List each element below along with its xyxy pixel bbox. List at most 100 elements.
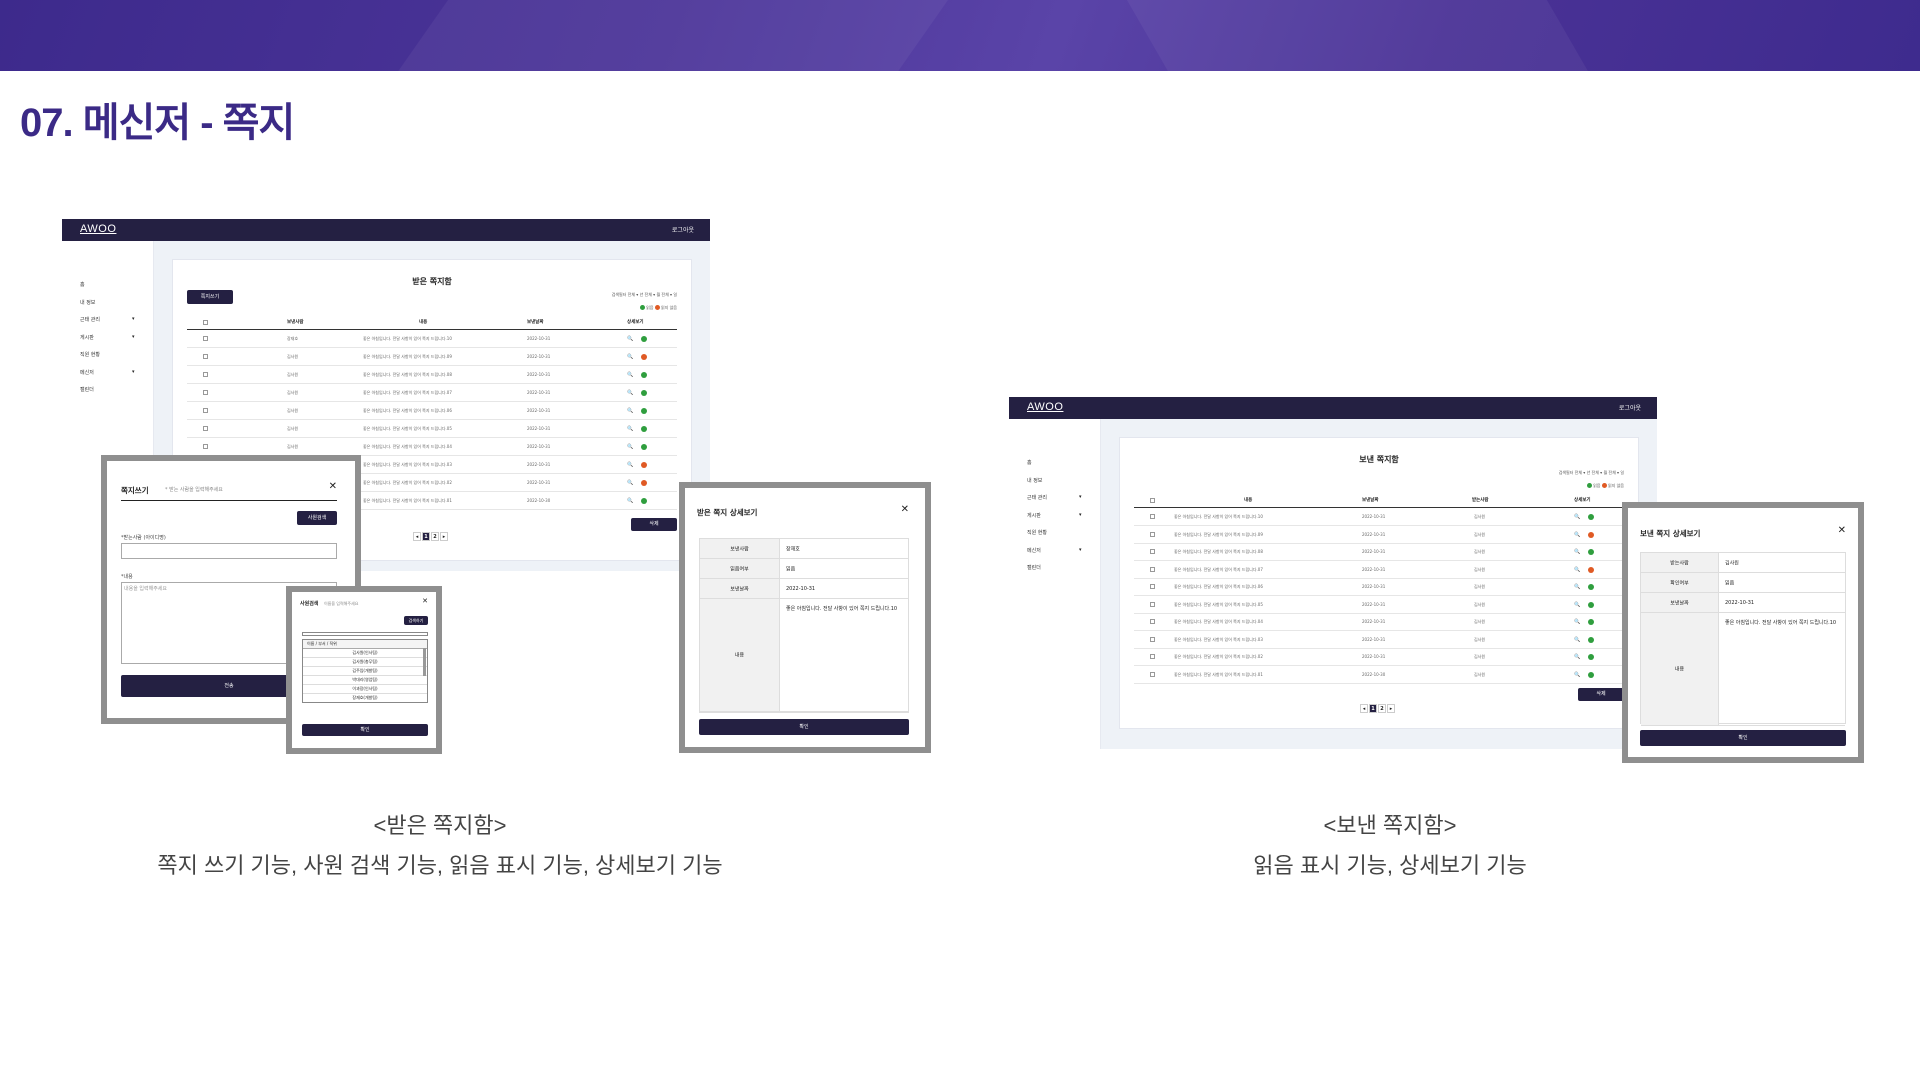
- magnifier-icon[interactable]: 🔍: [627, 462, 633, 468]
- employee-list-item[interactable]: 장재호(개발팀): [303, 694, 427, 702]
- logout-link[interactable]: 로그아웃: [1619, 403, 1641, 412]
- magnifier-icon[interactable]: 🔍: [627, 336, 633, 342]
- delete-button[interactable]: 삭제: [631, 518, 677, 531]
- magnifier-icon[interactable]: 🔍: [1574, 584, 1580, 590]
- row-checkbox[interactable]: [203, 372, 208, 377]
- table-row[interactable]: 김사원 좋은 아침입니다. 전달 사항이 있어 쪽지 드립니다.07 2022-10…: [187, 384, 677, 402]
- date-filter[interactable]: 검색필터 전체 ▾ 년 전체 ▾ 월 전체 ▾ 일: [1559, 470, 1624, 476]
- row-checkbox[interactable]: [1150, 549, 1155, 554]
- sidebar-item[interactable]: 근태 관리: [80, 316, 100, 323]
- magnifier-icon[interactable]: 🔍: [627, 390, 633, 396]
- table-row[interactable]: 좋은 아침입니다. 전달 사항이 있어 쪽지 드립니다.01 2022-10-30…: [1134, 666, 1624, 684]
- row-checkbox[interactable]: [1150, 619, 1155, 624]
- table-row[interactable]: 김사원 좋은 아침입니다. 전달 사항이 있어 쪽지 드립니다.05 2022-10…: [187, 420, 677, 438]
- row-checkbox[interactable]: [1150, 514, 1155, 519]
- magnifier-icon[interactable]: 🔍: [627, 480, 633, 486]
- sidebar-item[interactable]: 내 정보: [80, 299, 95, 306]
- logout-link[interactable]: 로그아웃: [672, 225, 694, 234]
- close-icon[interactable]: ✕: [1838, 525, 1846, 536]
- table-row[interactable]: 좋은 아침입니다. 전달 사항이 있어 쪽지 드립니다.08 2022-10-31…: [1134, 543, 1624, 561]
- table-row[interactable]: 좋은 아침입니다. 전달 사항이 있어 쪽지 드립니다.03 2022-10-31…: [1134, 631, 1624, 649]
- table-row[interactable]: 좋은 아침입니다. 전달 사항이 있어 쪽지 드립니다.04 2022-10-31…: [1134, 613, 1624, 631]
- row-checkbox[interactable]: [203, 336, 208, 341]
- sidebar-item[interactable]: 메신저: [1027, 547, 1041, 554]
- select-all-checkbox[interactable]: [1150, 498, 1155, 503]
- sidebar-item[interactable]: 홈: [80, 281, 85, 288]
- magnifier-icon[interactable]: 🔍: [1574, 514, 1580, 520]
- row-checkbox[interactable]: [203, 390, 208, 395]
- row-checkbox[interactable]: [1150, 654, 1155, 659]
- recipient-input[interactable]: [121, 543, 337, 559]
- sidebar-item[interactable]: 캘린더: [1027, 564, 1041, 571]
- magnifier-icon[interactable]: 🔍: [627, 372, 633, 378]
- row-checkbox[interactable]: [203, 444, 208, 449]
- page-button[interactable]: 1: [422, 532, 430, 541]
- magnifier-icon[interactable]: 🔍: [627, 444, 633, 450]
- select-all-checkbox[interactable]: [203, 320, 208, 325]
- close-icon[interactable]: ✕: [422, 597, 428, 605]
- magnifier-icon[interactable]: 🔍: [1574, 549, 1580, 555]
- row-checkbox[interactable]: [1150, 601, 1155, 607]
- close-icon[interactable]: ✕: [329, 481, 337, 492]
- magnifier-icon[interactable]: 🔍: [627, 408, 633, 414]
- row-checkbox[interactable]: [203, 408, 208, 413]
- page-button[interactable]: ◂: [413, 532, 421, 541]
- employee-search-submit[interactable]: 검색하기: [404, 616, 428, 625]
- row-checkbox[interactable]: [1150, 584, 1155, 589]
- table-row[interactable]: 장재호 좋은 아침입니다. 전달 사항이 있어 쪽지 드립니다.10 2022-10…: [187, 330, 677, 348]
- row-checkbox[interactable]: [1150, 671, 1155, 677]
- table-row[interactable]: 좋은 아침입니다. 전달 사항이 있어 쪽지 드립니다.05 2022-10-31…: [1134, 596, 1624, 614]
- received-confirm-button[interactable]: 확인: [699, 719, 909, 735]
- delete-button[interactable]: 삭제: [1578, 688, 1624, 701]
- employee-search-button[interactable]: 사원검색: [297, 511, 337, 525]
- page-button[interactable]: 1: [1369, 704, 1377, 713]
- table-row[interactable]: 김사원 좋은 아침입니다. 전달 사항이 있어 쪽지 드립니다.04 2022-10…: [187, 438, 677, 456]
- magnifier-icon[interactable]: 🔍: [1574, 619, 1580, 625]
- magnifier-icon[interactable]: 🔍: [627, 498, 633, 504]
- employee-list-item[interactable]: 김사원(인사팀): [303, 649, 427, 658]
- magnifier-icon[interactable]: 🔍: [1574, 567, 1580, 573]
- row-checkbox[interactable]: [1150, 566, 1155, 572]
- page-button[interactable]: ▸: [440, 532, 448, 541]
- sidebar-item[interactable]: 홈: [1027, 459, 1032, 466]
- app-logo[interactable]: AWOO: [80, 223, 116, 235]
- page-button[interactable]: ▸: [1387, 704, 1395, 713]
- row-checkbox[interactable]: [203, 354, 208, 359]
- app-logo[interactable]: AWOO: [1027, 401, 1063, 413]
- table-row[interactable]: 김사원 좋은 아침입니다. 전달 사항이 있어 쪽지 드립니다.06 2022-10…: [187, 402, 677, 420]
- sidebar-item[interactable]: 직원 현황: [80, 351, 100, 358]
- magnifier-icon[interactable]: 🔍: [627, 426, 633, 432]
- sidebar-item[interactable]: 메신저: [80, 369, 94, 376]
- magnifier-icon[interactable]: 🔍: [1574, 637, 1580, 643]
- row-checkbox[interactable]: [1150, 636, 1155, 642]
- scrollbar[interactable]: [423, 648, 426, 676]
- close-icon[interactable]: ✕: [901, 504, 909, 515]
- row-checkbox[interactable]: [203, 426, 208, 431]
- employee-list-item[interactable]: 이과장(인사팀): [303, 685, 427, 694]
- sidebar-item[interactable]: 게시판: [1027, 512, 1041, 519]
- page-button[interactable]: 2: [431, 532, 439, 541]
- sidebar-item[interactable]: 게시판: [80, 334, 94, 341]
- sidebar-item[interactable]: 내 정보: [1027, 477, 1042, 484]
- table-row[interactable]: 김사원 좋은 아침입니다. 전달 사항이 있어 쪽지 드립니다.08 2022-10…: [187, 366, 677, 384]
- table-row[interactable]: 좋은 아침입니다. 전달 사항이 있어 쪽지 드립니다.09 2022-10-31…: [1134, 526, 1624, 544]
- page-button[interactable]: 2: [1378, 704, 1386, 713]
- sidebar-item[interactable]: 근태 관리: [1027, 494, 1047, 501]
- employee-list-item[interactable]: 김사원(총무팀): [303, 658, 427, 667]
- magnifier-icon[interactable]: 🔍: [1574, 672, 1580, 678]
- table-row[interactable]: 좋은 아침입니다. 전달 사항이 있어 쪽지 드립니다.02 2022-10-31…: [1134, 648, 1624, 666]
- sent-confirm-button[interactable]: 확인: [1640, 730, 1846, 746]
- employee-name-input[interactable]: [302, 632, 428, 636]
- employee-list-item[interactable]: 박대리(영업팀): [303, 676, 427, 685]
- magnifier-icon[interactable]: 🔍: [1574, 602, 1580, 608]
- table-row[interactable]: 김사원 좋은 아침입니다. 전달 사항이 있어 쪽지 드립니다.09 2022-10…: [187, 348, 677, 366]
- row-checkbox[interactable]: [1150, 531, 1155, 537]
- sidebar-item[interactable]: 캘린더: [80, 386, 94, 393]
- page-button[interactable]: ◂: [1360, 704, 1368, 713]
- sidebar-item[interactable]: 직원 현황: [1027, 529, 1047, 536]
- employee-list-item[interactable]: 김주임(개발팀): [303, 667, 427, 676]
- table-row[interactable]: 좋은 아침입니다. 전달 사항이 있어 쪽지 드립니다.06 2022-10-31…: [1134, 578, 1624, 596]
- magnifier-icon[interactable]: 🔍: [1574, 532, 1580, 538]
- magnifier-icon[interactable]: 🔍: [1574, 654, 1580, 660]
- table-row[interactable]: 좋은 아침입니다. 전달 사항이 있어 쪽지 드립니다.10 2022-10-31…: [1134, 508, 1624, 526]
